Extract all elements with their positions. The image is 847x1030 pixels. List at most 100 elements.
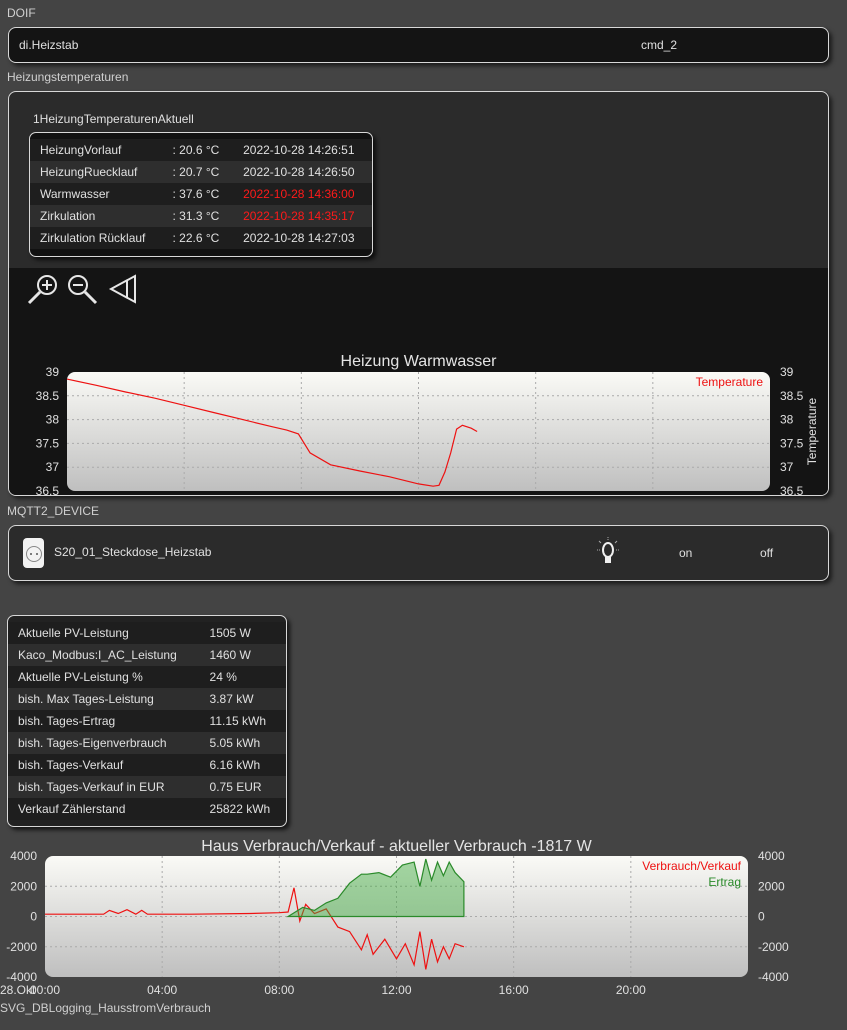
footer-svg-link[interactable]: SVG_DBLogging_HausstromVerbrauch bbox=[0, 1001, 211, 1015]
y-tick-label-right: 39 bbox=[780, 365, 794, 379]
date-label: 28.Okt bbox=[0, 983, 36, 996]
house-consumption-chart[interactable]: Haus Verbrauch/Verkauf - aktueller Verbr… bbox=[0, 834, 847, 996]
temperature-row: Zirkulation Rücklauf: 22.6 °C 2022-10-28 … bbox=[30, 227, 372, 249]
chart-title: Haus Verbrauch/Verkauf - aktueller Verbr… bbox=[201, 838, 592, 855]
temperature-label[interactable]: Zirkulation bbox=[30, 205, 163, 227]
pv-row: bish. Tages-Ertrag 11.15 kWh bbox=[8, 710, 286, 732]
pv-value: 11.15 kWh bbox=[199, 710, 286, 732]
y-tick-label-left: 0 bbox=[30, 910, 37, 924]
temperature-value: : 20.6 °C bbox=[162, 139, 234, 161]
temperature-timestamp: 2022-10-28 14:36:00 bbox=[233, 183, 372, 205]
chart-area: Heizung Warmwasser00:0004:0008:0012:0016… bbox=[9, 268, 828, 495]
y-tick-label-right: 38 bbox=[780, 413, 794, 427]
doif-device-link[interactable]: di.Heizstab bbox=[19, 38, 78, 52]
pv-value: 24 % bbox=[199, 666, 286, 688]
section-title-mqtt: MQTT2_DEVICE bbox=[7, 504, 100, 518]
pv-row: Kaco_Modbus:I_AC_Leistung 1460 W bbox=[8, 644, 286, 666]
pv-label[interactable]: Aktuelle PV-Leistung % bbox=[8, 666, 200, 688]
pv-label[interactable]: Aktuelle PV-Leistung bbox=[8, 622, 200, 644]
triangle-left-icon[interactable] bbox=[107, 272, 141, 306]
temperature-timestamp: 2022-10-28 14:27:03 bbox=[233, 227, 372, 249]
y-tick-label-left: 2000 bbox=[10, 879, 37, 893]
pv-label[interactable]: bish. Tages-Ertrag bbox=[8, 710, 200, 732]
pv-label[interactable]: Verkauf Zählerstand bbox=[8, 798, 200, 820]
temperature-timestamp: 2022-10-28 14:26:51 bbox=[233, 139, 372, 161]
heating-panel: 1HeizungTemperaturenAktuell HeizungVorla… bbox=[8, 91, 829, 496]
y-tick-label-left: 36.5 bbox=[36, 484, 60, 495]
y-tick-label-right: 37.5 bbox=[780, 436, 804, 450]
chart-title: Heizung Warmwasser bbox=[341, 353, 498, 370]
temperature-row: Warmwasser: 37.6 °C 2022-10-28 14:36:00 bbox=[30, 183, 372, 205]
heating-chart[interactable]: Heizung Warmwasser00:0004:0008:0012:0016… bbox=[9, 318, 828, 495]
y-axis-right-label: Temperature bbox=[805, 397, 819, 465]
y-tick-label-right: 38.5 bbox=[780, 389, 804, 403]
zoom-out-icon[interactable] bbox=[65, 272, 99, 306]
temperature-label[interactable]: HeizungVorlauf bbox=[30, 139, 163, 161]
pv-row: bish. Tages-Verkauf in EUR 0.75 EUR bbox=[8, 776, 286, 798]
temperature-value: : 37.6 °C bbox=[162, 183, 234, 205]
legend-entry: Temperature bbox=[696, 375, 764, 389]
y-tick-label-right: 2000 bbox=[758, 879, 785, 893]
pv-readings-box: Aktuelle PV-Leistung 1505 W Kaco_Modbus:I_… bbox=[7, 615, 287, 827]
pv-value: 6.16 kWh bbox=[199, 754, 286, 776]
heating-group-label[interactable]: 1HeizungTemperaturenAktuell bbox=[33, 112, 194, 126]
x-tick-label: 12:00 bbox=[381, 983, 411, 996]
temperature-timestamp: 2022-10-28 14:35:17 bbox=[233, 205, 372, 227]
y-tick-label-left: -4000 bbox=[6, 970, 37, 984]
pv-value: 5.05 kWh bbox=[199, 732, 286, 754]
y-tick-label-right: 36.5 bbox=[780, 484, 804, 495]
temperature-readings-table: HeizungVorlauf: 20.6 °C 2022-10-28 14:26:… bbox=[30, 139, 372, 249]
temperature-value: : 22.6 °C bbox=[162, 227, 234, 249]
y-tick-label-right: 37 bbox=[780, 460, 794, 474]
x-tick-label: 04:00 bbox=[147, 983, 177, 996]
doif-state: cmd_2 bbox=[641, 38, 678, 52]
temperature-label[interactable]: Zirkulation Rücklauf bbox=[30, 227, 163, 249]
temperature-label[interactable]: HeizungRuecklauf bbox=[30, 161, 163, 183]
pv-label[interactable]: bish. Max Tages-Leistung bbox=[8, 688, 200, 710]
pv-row: bish. Max Tages-Leistung 3.87 kW bbox=[8, 688, 286, 710]
x-tick-label: 08:00 bbox=[264, 983, 294, 996]
y-tick-label-right: -4000 bbox=[758, 970, 789, 984]
temperature-row: Zirkulation: 31.3 °C 2022-10-28 14:35:17 bbox=[30, 205, 372, 227]
mqtt-device-panel: S20_01_Steckdose_Heizstab on off bbox=[8, 525, 829, 581]
pv-row: Verkauf Zählerstand 25822 kWh bbox=[8, 798, 286, 820]
zoom-in-icon[interactable] bbox=[26, 272, 60, 306]
legend-entry: Ertrag bbox=[708, 875, 741, 889]
off-button[interactable]: off bbox=[760, 546, 773, 560]
pv-value: 0.75 EUR bbox=[199, 776, 286, 798]
bulb-icon[interactable] bbox=[595, 536, 621, 570]
temperature-row: HeizungRuecklauf: 20.7 °C 2022-10-28 14:2… bbox=[30, 161, 372, 183]
temperature-readings-box: HeizungVorlauf: 20.6 °C 2022-10-28 14:26:… bbox=[29, 132, 373, 257]
section-title-doif: DOIF bbox=[7, 6, 36, 20]
pv-row: bish. Tages-Verkauf 6.16 kWh bbox=[8, 754, 286, 776]
section-title-heating: Heizungstemperaturen bbox=[7, 70, 129, 84]
pv-readings-table: Aktuelle PV-Leistung 1505 W Kaco_Modbus:I_… bbox=[8, 622, 286, 820]
x-tick-label: 20:00 bbox=[616, 983, 646, 996]
y-tick-label-left: 4000 bbox=[10, 849, 37, 863]
pv-value: 1505 W bbox=[199, 622, 286, 644]
y-tick-label-left: 38.5 bbox=[36, 389, 60, 403]
y-tick-label-right: 0 bbox=[758, 910, 765, 924]
pv-value: 3.87 kW bbox=[199, 688, 286, 710]
y-tick-label-left: -2000 bbox=[6, 940, 37, 954]
pv-value: 1460 W bbox=[199, 644, 286, 666]
on-button[interactable]: on bbox=[679, 546, 692, 560]
pv-row: Aktuelle PV-Leistung % 24 % bbox=[8, 666, 286, 688]
y-tick-label-left: 37 bbox=[46, 460, 60, 474]
pv-row: Aktuelle PV-Leistung 1505 W bbox=[8, 622, 286, 644]
temperature-value: : 20.7 °C bbox=[162, 161, 234, 183]
temperature-label[interactable]: Warmwasser bbox=[30, 183, 163, 205]
pv-value: 25822 kWh bbox=[199, 798, 286, 820]
pv-label[interactable]: bish. Tages-Verkauf in EUR bbox=[8, 776, 200, 798]
legend-entry: Verbrauch/Verkauf bbox=[642, 859, 741, 873]
pv-label[interactable]: Kaco_Modbus:I_AC_Leistung bbox=[8, 644, 200, 666]
mqtt-device-link[interactable]: S20_01_Steckdose_Heizstab bbox=[54, 545, 211, 559]
y-tick-label-right: -2000 bbox=[758, 940, 789, 954]
doif-panel: di.Heizstab cmd_2 bbox=[8, 27, 829, 63]
temperature-row: HeizungVorlauf: 20.6 °C 2022-10-28 14:26:… bbox=[30, 139, 372, 161]
y-tick-label-right: 4000 bbox=[758, 849, 785, 863]
pv-label[interactable]: bish. Tages-Verkauf bbox=[8, 754, 200, 776]
pv-label[interactable]: bish. Tages-Eigenverbrauch bbox=[8, 732, 200, 754]
socket-icon bbox=[23, 538, 44, 568]
temperature-value: : 31.3 °C bbox=[162, 205, 234, 227]
